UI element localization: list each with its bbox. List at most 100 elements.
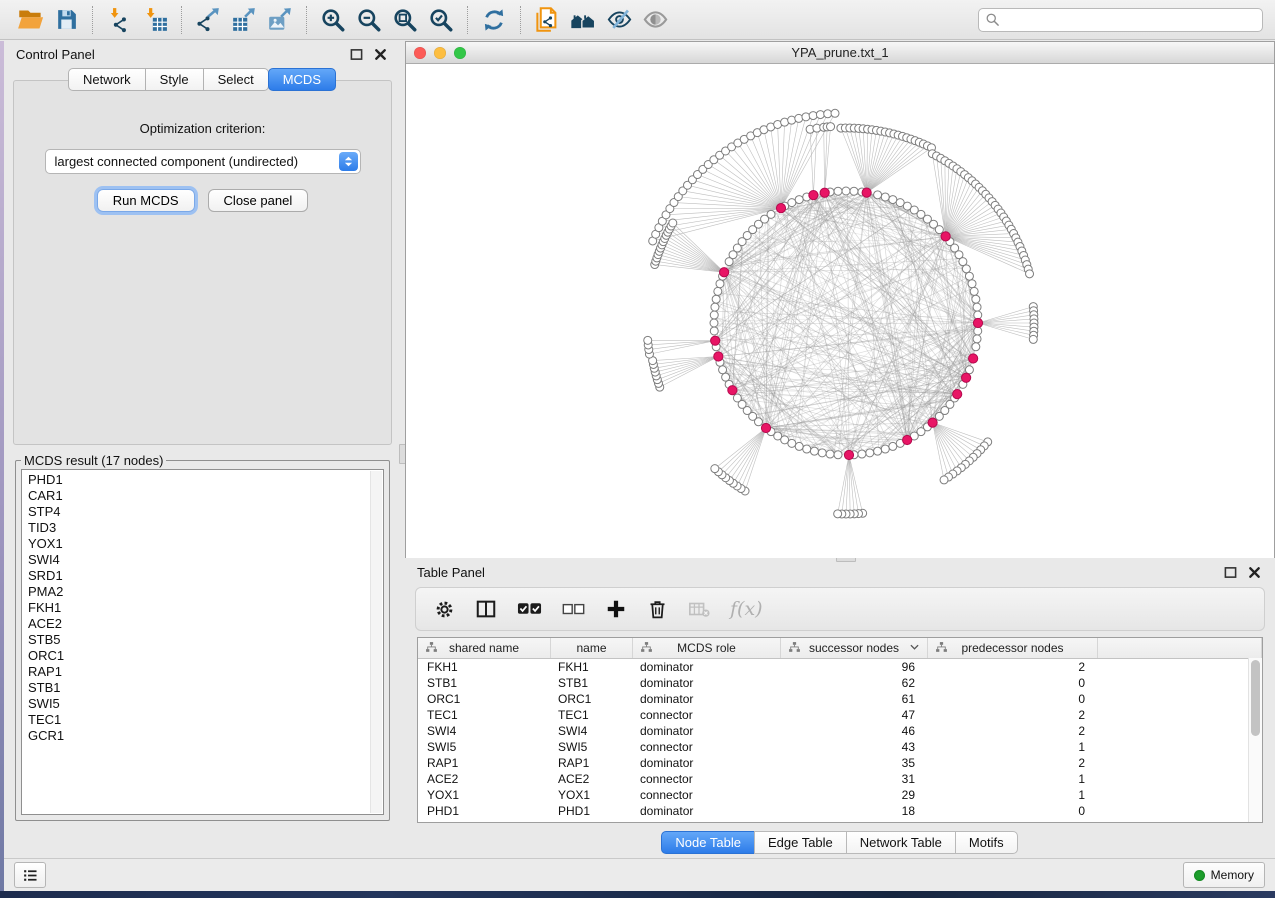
column-header-successor-nodes[interactable]: successor nodes [781,638,928,658]
mcds-node-item[interactable]: SWI4 [28,552,383,568]
cell-name[interactable]: ACE2 [551,772,633,786]
close-panel-icon[interactable] [371,47,389,63]
cell-shared-name[interactable]: TEC1 [418,708,551,722]
ring-node[interactable] [889,196,897,204]
ring-node[interactable] [826,450,834,458]
ring-node[interactable] [722,373,730,381]
leaf-node[interactable] [827,123,835,131]
cell-successor-nodes[interactable]: 18 [781,804,928,818]
deselect-all-icon[interactable] [562,602,585,617]
search-box[interactable] [978,8,1263,32]
tab-network-table[interactable]: Network Table [846,831,956,854]
cell-name[interactable]: YOX1 [551,788,633,802]
ring-node[interactable] [858,450,866,458]
mcds-hub-node[interactable] [962,373,971,382]
ring-node[interactable] [970,287,978,295]
export-document-icon[interactable] [529,3,565,37]
mcds-node-item[interactable]: PMA2 [28,584,383,600]
cell-successor-nodes[interactable]: 62 [781,676,928,690]
ring-node[interactable] [788,199,796,207]
cell-name[interactable]: TEC1 [551,708,633,722]
cell-shared-name[interactable]: FKH1 [418,660,551,674]
mcds-node-item[interactable]: PHD1 [28,472,383,488]
cell-mcds-role[interactable]: connector [633,708,781,722]
cell-mcds-role[interactable]: dominator [633,724,781,738]
cell-name[interactable]: FKH1 [551,660,633,674]
ring-node[interactable] [874,191,882,199]
table-row[interactable]: ACE2ACE2connector311 [418,771,1262,787]
ring-node[interactable] [935,226,943,234]
ring-node[interactable] [866,449,874,457]
ring-node[interactable] [889,442,897,450]
refresh-view-icon[interactable] [476,3,512,37]
ring-node[interactable] [818,449,826,457]
cell-successor-nodes[interactable]: 43 [781,740,928,754]
cell-mcds-role[interactable]: connector [633,788,781,802]
ring-node[interactable] [834,451,842,459]
tab-style[interactable]: Style [145,68,204,91]
ring-node[interactable] [935,412,943,420]
ring-node[interactable] [714,287,722,295]
ring-node[interactable] [874,447,882,455]
table-row[interactable]: YOX1YOX1connector291 [418,787,1262,803]
cell-successor-nodes[interactable]: 47 [781,708,928,722]
leaf-node[interactable] [834,510,842,518]
cell-successor-nodes[interactable]: 35 [781,756,928,770]
cell-mcds-role[interactable]: dominator [633,692,781,706]
zoom-selected-icon[interactable] [423,3,459,37]
mcds-list-scrollbar[interactable] [370,471,382,813]
cell-mcds-role[interactable]: dominator [633,804,781,818]
tab-mcds[interactable]: MCDS [268,68,336,91]
ring-node[interactable] [972,295,980,303]
cell-shared-name[interactable]: RAP1 [418,756,551,770]
ring-node[interactable] [710,311,718,319]
zoom-in-icon[interactable] [315,3,351,37]
column-header-name[interactable]: name [551,638,633,658]
leaf-node[interactable] [644,336,652,344]
table-scrollbar[interactable] [1248,658,1262,822]
cell-name[interactable]: RAP1 [551,756,633,770]
ring-node[interactable] [834,187,842,195]
table-scrollbar-thumb[interactable] [1251,660,1260,736]
mcds-hub-node[interactable] [820,188,829,197]
leaf-node[interactable] [795,114,803,122]
cell-shared-name[interactable]: SWI4 [418,724,551,738]
leaf-node[interactable] [669,219,677,227]
mcds-node-item[interactable]: TEC1 [28,712,383,728]
cell-name[interactable]: ORC1 [551,692,633,706]
float-table-panel-icon[interactable] [1221,565,1239,581]
ring-node[interactable] [711,303,719,311]
cell-successor-nodes[interactable]: 61 [781,692,928,706]
network-canvas[interactable] [406,64,1274,558]
mcds-hub-node[interactable] [862,188,871,197]
mcds-hub-node[interactable] [928,418,937,427]
ring-node[interactable] [968,280,976,288]
table-options-icon[interactable] [434,599,455,620]
export-table-icon[interactable] [226,3,262,37]
mcds-node-item[interactable]: GCR1 [28,728,383,744]
mcds-hub-node[interactable] [711,336,720,345]
mcds-hub-node[interactable] [973,318,982,327]
mcds-node-item[interactable]: ORC1 [28,648,383,664]
ring-node[interactable] [842,187,850,195]
cell-successor-nodes[interactable]: 96 [781,660,928,674]
cell-shared-name[interactable]: ACE2 [418,772,551,786]
leaf-node[interactable] [1026,270,1034,278]
mcds-hub-node[interactable] [953,390,962,399]
mcds-node-item[interactable]: CAR1 [28,488,383,504]
close-table-panel-icon[interactable] [1245,565,1263,581]
cell-name[interactable]: SWI5 [551,740,633,754]
mcds-hub-node[interactable] [714,352,723,361]
leaf-node[interactable] [1029,335,1037,343]
column-header-predecessor-nodes[interactable]: predecessor nodes [928,638,1098,658]
mcds-hub-node[interactable] [776,204,785,213]
add-entry-icon[interactable] [605,598,627,620]
float-panel-icon[interactable] [347,47,365,63]
cell-predecessor-nodes[interactable]: 1 [928,788,1098,802]
cell-mcds-role[interactable]: connector [633,772,781,786]
mcds-hub-node[interactable] [809,190,818,199]
ring-node[interactable] [973,335,981,343]
optimization-criterion-select[interactable]: largest connected component (undirected) [45,149,361,174]
cell-predecessor-nodes[interactable]: 0 [928,804,1098,818]
ring-node[interactable] [795,442,803,450]
